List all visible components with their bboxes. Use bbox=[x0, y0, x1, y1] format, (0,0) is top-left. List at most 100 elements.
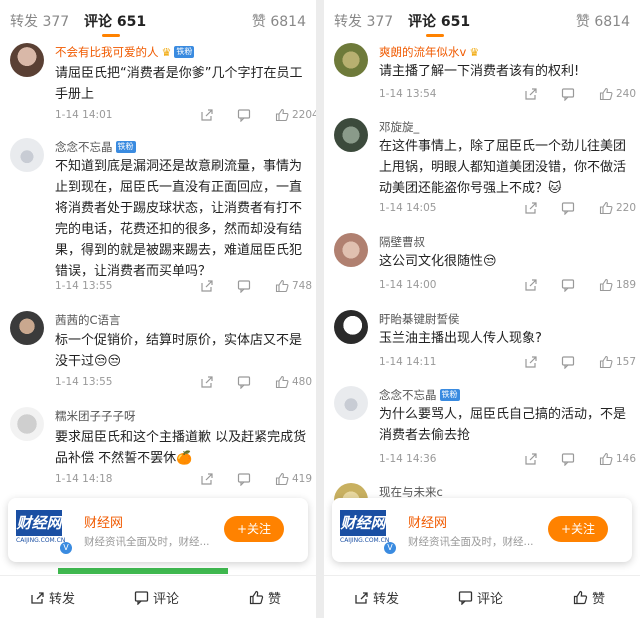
reply-icon[interactable] bbox=[561, 278, 575, 292]
tab-likes[interactable]: 赞 6814 bbox=[252, 11, 306, 31]
reply-icon[interactable] bbox=[237, 279, 251, 293]
share-icon[interactable] bbox=[200, 279, 214, 293]
like-icon[interactable] bbox=[275, 375, 289, 389]
username-row: 茜茜的C语言 bbox=[55, 311, 121, 329]
thumb-icon bbox=[573, 590, 588, 604]
tab-comments[interactable]: 评论 651 bbox=[84, 11, 146, 31]
tab-comments[interactable]: 评论 651 bbox=[408, 11, 470, 31]
share-icon[interactable] bbox=[524, 87, 538, 101]
username[interactable]: 邓旋旋_ bbox=[379, 119, 419, 135]
tab-likes[interactable]: 赞 6814 bbox=[576, 11, 630, 31]
like-count: 157 bbox=[616, 356, 637, 368]
username[interactable]: 盱眙棊键尉誓侯 bbox=[379, 311, 460, 327]
share-icon[interactable] bbox=[200, 375, 214, 389]
comment-meta: 1-14 14:18 419 bbox=[55, 471, 312, 489]
username[interactable]: 糯米团子子子呀 bbox=[55, 408, 136, 424]
share-icon[interactable] bbox=[200, 108, 214, 122]
bottom-action-bar: 转发 评论 赞 bbox=[324, 575, 640, 618]
logo-text: 财经网 bbox=[16, 510, 62, 536]
share-icon[interactable] bbox=[524, 201, 538, 215]
timestamp: 1-14 13:55 bbox=[55, 280, 113, 292]
username[interactable]: 不会有比我可爱的人 bbox=[55, 44, 159, 60]
repost-button[interactable]: 转发 bbox=[30, 588, 76, 607]
avatar[interactable] bbox=[10, 138, 44, 172]
promo-card[interactable]: 财经网 CAIJING.COM.CN V 财经网 财经资讯全面及时，财经... … bbox=[332, 498, 632, 562]
comment-meta: 1-14 14:05 220 bbox=[379, 200, 636, 218]
follow-button[interactable]: +关注 bbox=[224, 516, 284, 542]
comment-icon bbox=[134, 590, 149, 605]
tab-repost[interactable]: 转发 377 bbox=[10, 11, 69, 31]
share-icon[interactable] bbox=[200, 472, 214, 486]
avatar[interactable] bbox=[10, 407, 44, 441]
like-icon[interactable] bbox=[599, 278, 613, 292]
like-icon[interactable] bbox=[599, 201, 613, 215]
repost-button[interactable]: 转发 bbox=[354, 588, 400, 607]
reply-icon[interactable] bbox=[561, 201, 575, 215]
like-icon[interactable] bbox=[275, 108, 289, 122]
username-row: 不会有比我可爱的人 ♛ 铁粉 bbox=[55, 43, 195, 61]
logo-subtext: CAIJING.COM.CN bbox=[340, 537, 390, 544]
reply-icon[interactable] bbox=[237, 108, 251, 122]
reply-icon[interactable] bbox=[561, 355, 575, 369]
comment-text: 请主播了解一下消费者该有的权利! bbox=[379, 64, 580, 79]
reply-icon[interactable] bbox=[561, 452, 575, 466]
like-count: 2204 bbox=[292, 109, 316, 121]
comment-icon bbox=[458, 590, 473, 605]
username-row: 邓旋旋_ bbox=[379, 118, 419, 136]
like-icon[interactable] bbox=[275, 279, 289, 293]
comment-text: 不知道到底是漏洞还是故意刷流量，事情为止到现在，屈臣氏一直没有正面回应，一直将消… bbox=[55, 159, 303, 279]
brand-logo: 财经网 CAIJING.COM.CN V bbox=[14, 506, 72, 554]
tab-repost[interactable]: 转发 377 bbox=[334, 11, 393, 31]
avatar[interactable] bbox=[334, 118, 368, 152]
comment-label: 评论 bbox=[153, 591, 180, 607]
username[interactable]: 爽朗的流年似水v bbox=[379, 44, 466, 60]
timestamp: 1-14 14:11 bbox=[379, 356, 437, 368]
comment-meta: 1-14 14:01 2204 bbox=[55, 107, 316, 125]
username[interactable]: 隔壁曹叔 bbox=[379, 234, 425, 250]
avatar[interactable] bbox=[10, 311, 44, 345]
share-icon[interactable] bbox=[524, 452, 538, 466]
reply-icon[interactable] bbox=[237, 472, 251, 486]
comment-meta: 1-14 14:36 146 bbox=[379, 451, 636, 469]
crown-icon: ♛ bbox=[469, 45, 480, 59]
repost-label: 转发 bbox=[49, 591, 76, 607]
share-icon[interactable] bbox=[524, 278, 538, 292]
username[interactable]: 念念不忘晶 bbox=[55, 139, 113, 155]
comment-text: 在这件事情上，除了屈臣氏一个劲儿往美团上甩锅，明眼人都知道美团没错，你不做活动美… bbox=[379, 139, 627, 196]
promo-description: 财经资讯全面及时，财经... bbox=[84, 536, 210, 548]
like-icon[interactable] bbox=[275, 472, 289, 486]
repost-label: 转发 bbox=[373, 591, 400, 607]
promo-account-name[interactable]: 财经网 bbox=[408, 512, 447, 531]
promo-account-name[interactable]: 财经网 bbox=[84, 512, 123, 531]
username[interactable]: 念念不忘晶 bbox=[379, 387, 437, 403]
like-button[interactable]: 赞 bbox=[573, 588, 605, 607]
fan-badge: 铁粉 bbox=[439, 389, 460, 401]
username-row: 盱眙棊键尉誓侯 bbox=[379, 310, 460, 328]
comment-meta: 1-14 14:00 189 bbox=[379, 277, 636, 295]
like-icon[interactable] bbox=[599, 452, 613, 466]
avatar[interactable] bbox=[334, 310, 368, 344]
active-tab-indicator bbox=[102, 34, 120, 37]
avatar[interactable] bbox=[10, 43, 44, 77]
fan-badge: 铁粉 bbox=[115, 141, 136, 153]
like-icon[interactable] bbox=[599, 87, 613, 101]
share-icon[interactable] bbox=[524, 355, 538, 369]
avatar[interactable] bbox=[334, 233, 368, 267]
comment-text: 标一个促销价，结算时原价，实体店又不是没干过😒😒 bbox=[55, 333, 303, 369]
comment-button[interactable]: 评论 bbox=[134, 588, 180, 607]
reply-icon[interactable] bbox=[561, 87, 575, 101]
avatar[interactable] bbox=[334, 386, 368, 420]
like-icon[interactable] bbox=[599, 355, 613, 369]
username[interactable]: 茜茜的C语言 bbox=[55, 312, 121, 328]
comment-text: 请屈臣氏把“消费者是你爹”几个字打在员工手册上 bbox=[55, 66, 303, 102]
username-row: 念念不忘晶 铁粉 bbox=[55, 138, 136, 156]
promo-card[interactable]: 财经网 CAIJING.COM.CN V 财经网 财经资讯全面及时，财经... … bbox=[8, 498, 308, 562]
avatar[interactable] bbox=[334, 43, 368, 77]
follow-button[interactable]: +关注 bbox=[548, 516, 608, 542]
tab-bar: 转发 377 评论 651 赞 6814 bbox=[0, 0, 316, 40]
like-button[interactable]: 赞 bbox=[249, 588, 281, 607]
comment-text: 这公司文化很随性😒 bbox=[379, 254, 497, 269]
comment-button[interactable]: 评论 bbox=[458, 588, 503, 607]
like-count: 748 bbox=[292, 280, 313, 292]
reply-icon[interactable] bbox=[237, 375, 251, 389]
